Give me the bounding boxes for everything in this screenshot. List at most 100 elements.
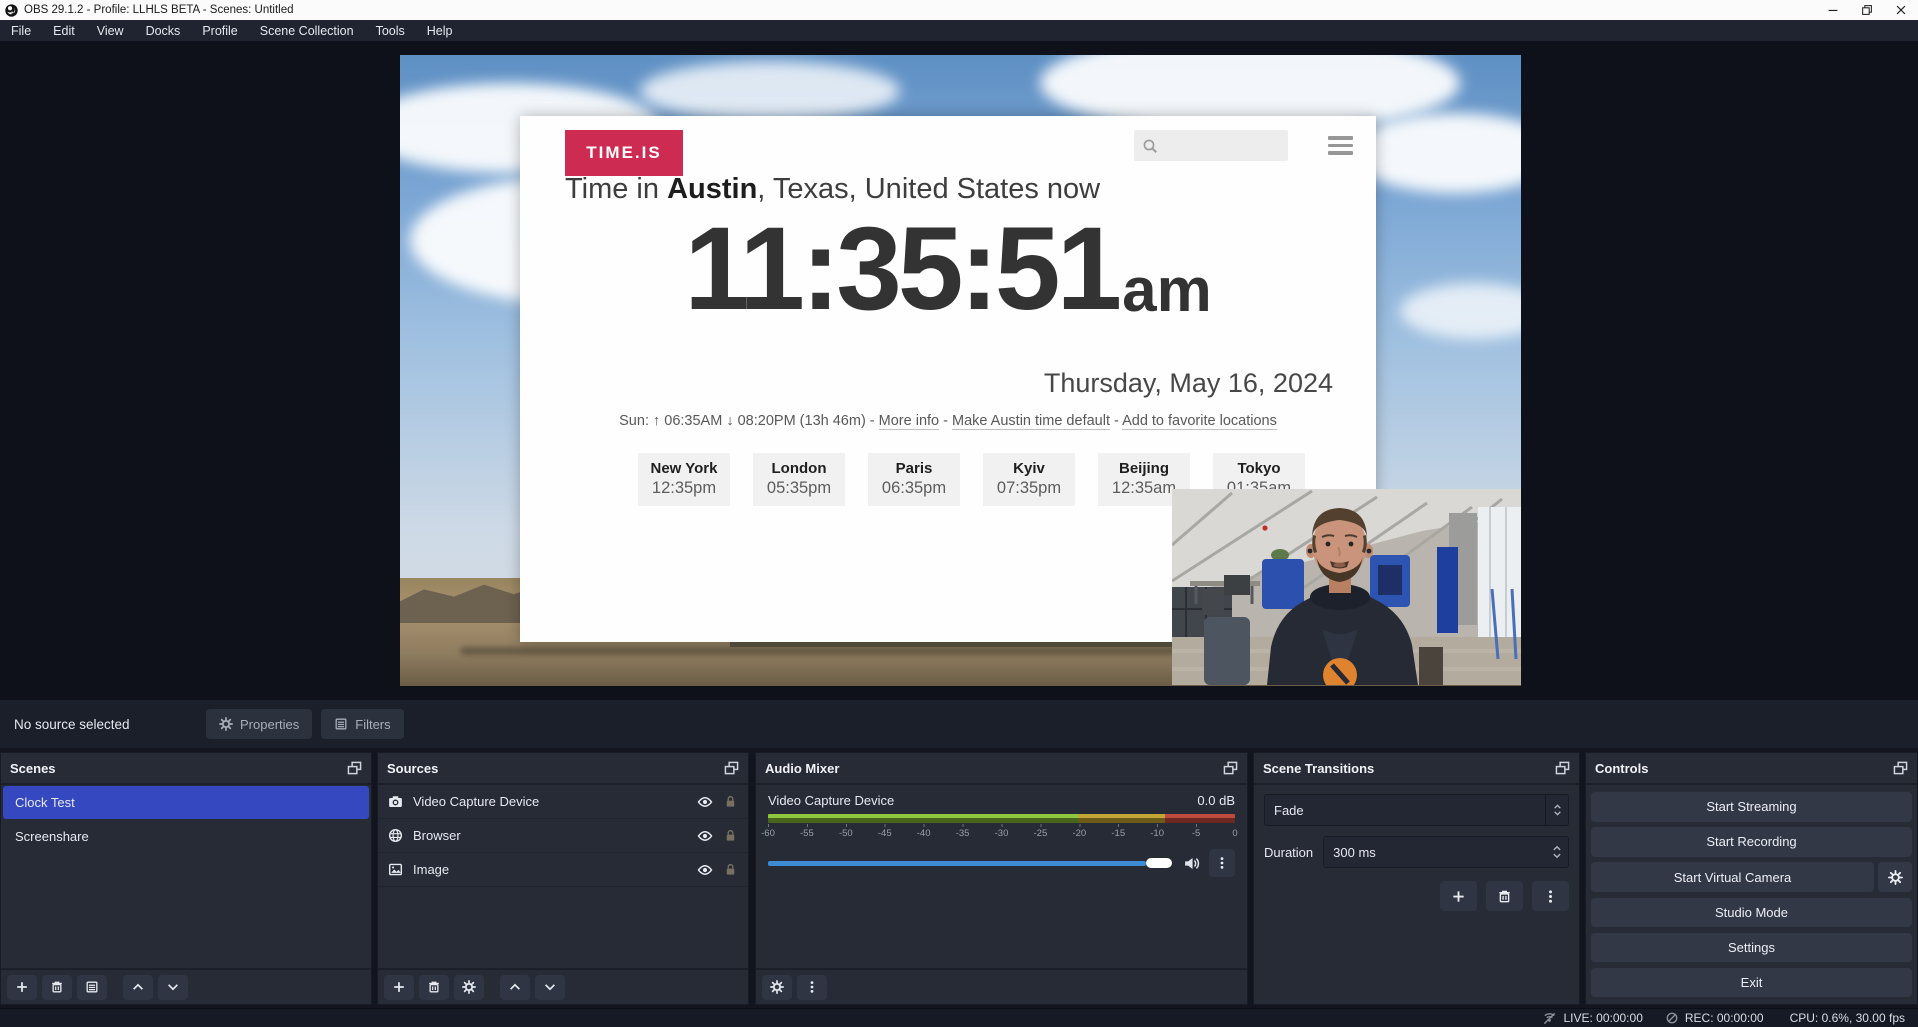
close-button[interactable] xyxy=(1884,0,1918,20)
gear-icon xyxy=(219,717,233,731)
restore-button[interactable] xyxy=(1850,0,1884,20)
record-inactive-icon xyxy=(1665,1011,1679,1025)
city-card-paris[interactable]: Paris06:35pm xyxy=(868,453,960,506)
menu-item-docks[interactable]: Docks xyxy=(135,20,192,41)
mixer-db-value: 0.0 dB xyxy=(1197,793,1235,808)
start-virtual-camera-button[interactable]: Start Virtual Camera xyxy=(1591,862,1874,892)
menu-item-file[interactable]: File xyxy=(0,20,42,41)
transitions-menu-button[interactable] xyxy=(1532,881,1569,911)
duration-spinbox[interactable]: 300 ms xyxy=(1323,836,1569,868)
scenes-remove-button[interactable] xyxy=(42,975,72,1000)
minimize-button[interactable] xyxy=(1816,0,1850,20)
visibility-eye-icon[interactable] xyxy=(697,828,713,844)
source-row-image[interactable]: Image xyxy=(378,853,748,887)
camera-icon xyxy=(388,794,403,809)
start-streaming-button[interactable]: Start Streaming xyxy=(1591,792,1912,822)
menu-item-help[interactable]: Help xyxy=(416,20,464,41)
lock-icon[interactable] xyxy=(723,794,738,809)
window-title: OBS 29.1.2 - Profile: LLHLS BETA - Scene… xyxy=(24,4,294,16)
program-canvas[interactable]: TIME.IS Time in Austin, Texas, United St… xyxy=(400,55,1521,686)
city-card-london[interactable]: London05:35pm xyxy=(753,453,845,506)
source-row-video-capture[interactable]: Video Capture Device xyxy=(378,785,748,819)
cpu-fps-stats: CPU: 0.6%, 30.00 fps xyxy=(1790,1011,1905,1025)
cloud xyxy=(1400,283,1521,339)
page-heading: Time in Austin, Texas, United States now xyxy=(565,173,1100,206)
webcam-overlay xyxy=(1172,489,1521,685)
cloud xyxy=(640,61,900,121)
timeis-search-box[interactable] xyxy=(1134,130,1288,161)
webcam-video xyxy=(1172,489,1521,685)
link-make-default[interactable]: Make Austin time default xyxy=(952,413,1110,430)
menu-item-scene-collection[interactable]: Scene Collection xyxy=(249,20,365,41)
live-timer: LIVE: 00:00:00 xyxy=(1563,1011,1642,1025)
menu-item-tools[interactable]: Tools xyxy=(365,20,416,41)
mixer-menu-button[interactable] xyxy=(797,975,827,1000)
source-row-browser[interactable]: Browser xyxy=(378,819,748,853)
scene-item-screenshare[interactable]: Screenshare xyxy=(3,820,369,853)
popout-icon[interactable] xyxy=(1893,761,1908,775)
hamburger-menu-icon[interactable] xyxy=(1328,136,1353,155)
sources-properties-button[interactable] xyxy=(454,975,484,1000)
scene-transitions-panel: Scene Transitions Fade Duration 300 ms xyxy=(1253,752,1580,1005)
clock-time: 11:35:51 xyxy=(684,210,1118,328)
speaker-icon[interactable] xyxy=(1183,855,1200,872)
stream-inactive-icon xyxy=(1542,1011,1557,1026)
exit-button[interactable]: Exit xyxy=(1591,968,1912,998)
link-add-favorite[interactable]: Add to favorite locations xyxy=(1122,413,1277,430)
volume-slider[interactable] xyxy=(768,857,1174,869)
lock-icon[interactable] xyxy=(723,828,738,843)
menu-item-view[interactable]: View xyxy=(86,20,135,41)
mixer-channel-menu-button[interactable] xyxy=(1209,849,1235,877)
transitions-panel-title: Scene Transitions xyxy=(1263,761,1374,776)
scenes-panel-title: Scenes xyxy=(10,761,56,776)
search-icon xyxy=(1142,138,1158,154)
properties-button[interactable]: Properties xyxy=(206,709,312,739)
audio-mixer-panel: Audio Mixer Video Capture Device 0.0 dB … xyxy=(755,752,1248,1005)
popout-icon[interactable] xyxy=(347,761,362,775)
sources-remove-button[interactable] xyxy=(419,975,449,1000)
mixer-advanced-audio-button[interactable] xyxy=(762,975,792,1000)
filter-icon xyxy=(334,717,348,731)
link-more-info[interactable]: More info xyxy=(879,413,939,430)
volume-slider-handle[interactable] xyxy=(1146,858,1172,868)
transitions-remove-button[interactable] xyxy=(1486,881,1523,911)
filters-button[interactable]: Filters xyxy=(321,709,403,739)
menu-item-edit[interactable]: Edit xyxy=(42,20,86,41)
spinbox-arrows-icon[interactable] xyxy=(1546,837,1568,867)
source-status-label: No source selected xyxy=(14,717,206,732)
city-card-newyork[interactable]: New York12:35pm xyxy=(638,453,730,506)
scenes-move-down-button[interactable] xyxy=(158,975,188,1000)
source-context-bar: No source selected Properties Filters xyxy=(0,700,1918,748)
scenes-add-button[interactable] xyxy=(7,975,37,1000)
popout-icon[interactable] xyxy=(1555,761,1570,775)
lock-icon[interactable] xyxy=(723,862,738,877)
timeis-logo[interactable]: TIME.IS xyxy=(565,130,683,176)
virtual-camera-settings-button[interactable] xyxy=(1878,862,1912,892)
meter-tick-labels: -60 -55 -50 -45 -40 -35 -30 -25 -20 -15 … xyxy=(768,828,1235,841)
visibility-eye-icon[interactable] xyxy=(697,794,713,810)
globe-icon xyxy=(388,828,403,843)
city-card-kyiv[interactable]: Kyiv07:35pm xyxy=(983,453,1075,506)
meter-tickmarks xyxy=(768,824,1235,827)
dock-panels: Scenes Clock Test Screenshare Sources Vi… xyxy=(0,748,1918,1008)
sources-add-button[interactable] xyxy=(384,975,414,1000)
scenes-move-up-button[interactable] xyxy=(123,975,153,1000)
scenes-filter-button[interactable] xyxy=(77,975,107,1000)
clock-display: 11:35:51 am xyxy=(520,210,1376,328)
clock-ampm: am xyxy=(1122,260,1212,328)
menu-item-profile[interactable]: Profile xyxy=(191,20,248,41)
popout-icon[interactable] xyxy=(1223,761,1238,775)
studio-mode-button[interactable]: Studio Mode xyxy=(1591,898,1912,928)
visibility-eye-icon[interactable] xyxy=(697,862,713,878)
status-bar: LIVE: 00:00:00 REC: 00:00:00 CPU: 0.6%, … xyxy=(0,1008,1918,1027)
transitions-add-button[interactable] xyxy=(1440,881,1477,911)
mixer-channel-name: Video Capture Device xyxy=(768,793,894,808)
sources-move-down-button[interactable] xyxy=(535,975,565,1000)
sources-move-up-button[interactable] xyxy=(500,975,530,1000)
volume-meter xyxy=(768,814,1235,823)
settings-button[interactable]: Settings xyxy=(1591,933,1912,963)
popout-icon[interactable] xyxy=(724,761,739,775)
scene-item-clock-test[interactable]: Clock Test xyxy=(3,786,369,819)
transition-select[interactable]: Fade xyxy=(1264,794,1569,826)
start-recording-button[interactable]: Start Recording xyxy=(1591,827,1912,857)
